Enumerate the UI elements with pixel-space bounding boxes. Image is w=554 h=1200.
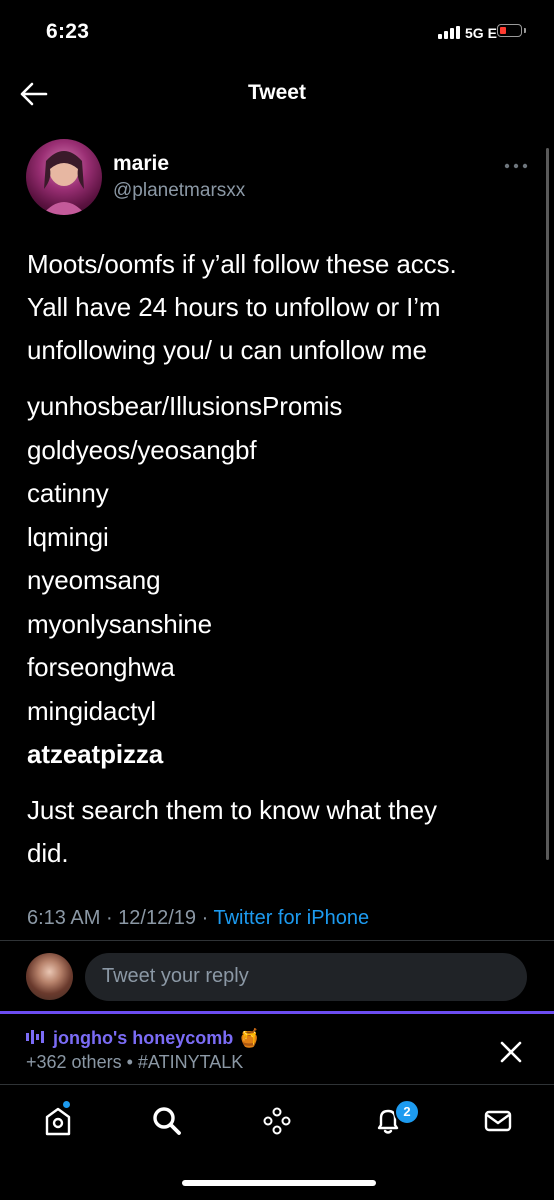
- divider: [0, 1084, 554, 1085]
- space-title-text: jongho's honeycomb 🍯: [53, 1028, 261, 1048]
- tweet-meta: 6:13 AM · 12/12/19 · Twitter for iPhone: [27, 907, 370, 929]
- search-icon[interactable]: [149, 1103, 185, 1139]
- notifications-badge: 2: [394, 1099, 420, 1125]
- space-listeners: +362 others: [26, 1052, 122, 1072]
- account-item: goldyeos/yeosangbf: [27, 435, 257, 465]
- author-name[interactable]: marie: [113, 152, 169, 176]
- signal-icon: [438, 26, 460, 39]
- tweet-date: 12/12/19: [118, 907, 197, 929]
- account-item: yunhosbear/IllusionsPromis: [27, 391, 343, 421]
- account-item: atzeatpizza: [27, 739, 164, 769]
- battery-icon: [497, 24, 522, 37]
- space-subtitle: +362 others • #ATINYTALK: [26, 1052, 244, 1072]
- home-icon[interactable]: [40, 1103, 76, 1139]
- home-indicator[interactable]: [182, 1180, 376, 1186]
- status-time: 6:23: [46, 20, 90, 43]
- network-type: 5G E: [465, 25, 497, 41]
- tweet-source-link[interactable]: Twitter for iPhone: [213, 907, 369, 929]
- tweet-text-line: Just search them to know what they: [27, 795, 437, 825]
- tweet-text-line: Yall have 24 hours to unfollow or I’m: [27, 292, 441, 322]
- mail-icon[interactable]: [480, 1103, 516, 1139]
- tweet-text-line: did.: [27, 838, 69, 868]
- battery-tip: [524, 28, 526, 33]
- my-avatar[interactable]: [26, 953, 73, 1000]
- tweet-time: 6:13 AM: [27, 907, 101, 929]
- author-handle[interactable]: @planetmarsxx: [113, 180, 245, 202]
- account-item: myonlysanshine: [27, 609, 213, 639]
- account-item: catinny: [27, 478, 109, 508]
- account-item: nyeomsang: [27, 565, 161, 595]
- author-avatar[interactable]: [26, 139, 102, 215]
- divider: [0, 940, 554, 941]
- space-title[interactable]: jongho's honeycomb 🍯: [26, 1028, 261, 1050]
- space-tag: #ATINYTALK: [137, 1052, 244, 1072]
- more-icon[interactable]: [503, 158, 529, 169]
- page-title: Tweet: [248, 81, 306, 104]
- spaces-divider: [0, 1011, 554, 1014]
- new-tweets-dot: [63, 1101, 70, 1108]
- account-item: lqmingi: [27, 522, 109, 552]
- account-item: forseonghwa: [27, 652, 175, 682]
- audio-wave-icon: [26, 1029, 48, 1050]
- tweet-text-line: Moots/oomfs if y’all follow these accs.: [27, 249, 457, 279]
- account-item: mingidactyl: [27, 696, 156, 726]
- tweet-text-line: unfollowing you/ u can unfollow me: [27, 335, 427, 365]
- close-icon[interactable]: [498, 1039, 524, 1065]
- scrollbar[interactable]: [546, 148, 549, 860]
- reply-placeholder: Tweet your reply: [102, 965, 249, 987]
- spaces-icon[interactable]: [259, 1103, 295, 1139]
